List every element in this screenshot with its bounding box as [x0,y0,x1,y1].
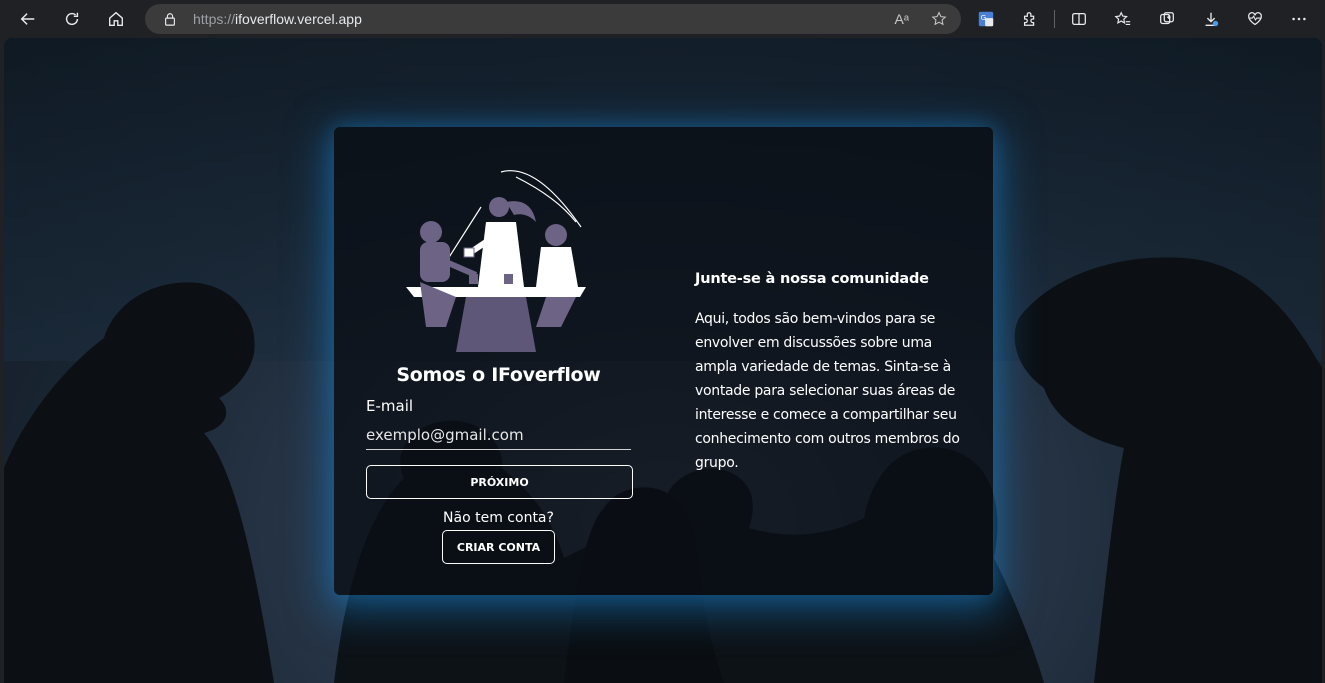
favorite-star-icon[interactable] [931,11,947,27]
next-button[interactable]: PRÓXIMO [366,465,633,499]
puzzle-icon [1023,12,1035,26]
url-protocol: https:// [193,11,236,27]
address-bar[interactable]: https://ifoverflow.vercel.app Aᵃ [145,4,961,34]
no-account-text: Não tem conta? [443,510,554,526]
browser-essentials-button[interactable] [1233,3,1277,35]
collections-button[interactable] [1145,3,1189,35]
svg-text:G: G [981,13,987,22]
arrow-left-icon [20,13,35,25]
read-aloud-icon[interactable]: Aᵃ [894,11,909,27]
download-icon [1205,12,1219,27]
translate-icon: G [978,11,994,27]
split-screen-icon [1072,12,1086,26]
email-label: E-mail [366,397,414,415]
browser-toolbar: https://ifoverflow.vercel.app Aᵃ G [0,0,1325,38]
page-viewport: Somos o IFoverflow E-mail PRÓXIMO Não te… [4,38,1322,683]
extensions-button[interactable] [1008,3,1052,35]
lock-icon [165,13,175,26]
back-button[interactable] [10,3,46,35]
more-options-icon [1292,17,1306,21]
community-description: Aqui, todos são bem-vindos para se envol… [695,311,960,471]
login-card: Somos o IFoverflow E-mail PRÓXIMO Não te… [334,127,993,595]
downloads-button[interactable] [1189,3,1233,35]
create-account-button[interactable]: CRIAR CONTA [442,530,555,564]
favorites-list-icon [1114,11,1131,25]
toolbar-actions: G [964,0,1325,38]
split-screen-button[interactable] [1057,3,1101,35]
community-title: Junte-se à nossa comunidade [695,271,929,287]
toolbar-divider [1054,10,1055,28]
translate-extension[interactable]: G [964,3,1008,35]
url-text: https://ifoverflow.vercel.app [193,11,362,27]
collections-icon [1160,12,1174,25]
refresh-icon [65,12,79,26]
refresh-button[interactable] [54,3,90,35]
url-host: ifoverflow.vercel.app [235,11,362,27]
home-button[interactable] [98,3,134,35]
settings-menu-button[interactable] [1277,3,1321,35]
heart-pulse-icon [1248,12,1262,26]
email-field[interactable] [366,421,631,450]
home-icon [109,11,123,26]
favorites-button[interactable] [1101,3,1145,35]
brand-title: Somos o IFoverflow [396,364,601,386]
community-info-column: Junte-se à nossa comunidade Aqui, todos … [695,271,965,475]
community-illustration [406,170,586,352]
